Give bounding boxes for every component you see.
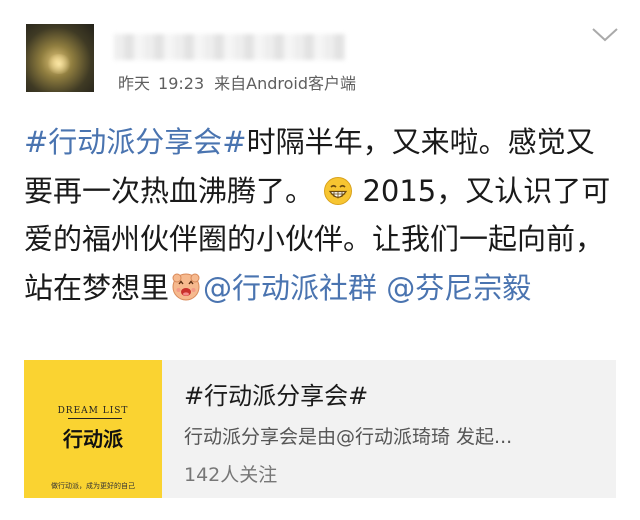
topic-card[interactable]: DREAM LIST 行动派 做行动派，成为更好的自己 #行动派分享会# 行动派… xyxy=(24,360,616,498)
weibo-post: 昨天 19:23 来自Android客户端 #行动派分享会#时隔半年，又来啦。感觉又… xyxy=(0,0,640,520)
post-meta: 昨天 19:23 来自Android客户端 xyxy=(118,70,356,94)
username-blurred[interactable] xyxy=(114,34,346,60)
avatar[interactable] xyxy=(26,24,94,92)
post-source: 来自Android客户端 xyxy=(214,74,356,93)
topic-card-followers: 142人关注 xyxy=(184,464,278,486)
hashtag-link[interactable]: #行动派分享会# xyxy=(24,125,247,159)
mention-link[interactable]: @行动派社群 xyxy=(203,271,377,305)
thumb-divider xyxy=(68,418,122,419)
excited-face-icon xyxy=(169,269,203,303)
grinning-face-icon xyxy=(323,176,353,206)
thumb-slogan: 做行动派，成为更好的自己 xyxy=(51,482,135,490)
thumb-brand-en: DREAM LIST xyxy=(57,406,129,416)
avatar-light xyxy=(46,54,72,74)
chevron-down-icon[interactable] xyxy=(592,28,618,42)
post-time: 19:23 xyxy=(158,74,205,93)
topic-card-description: 行动派分享会是由@行动派琦琦 发起... xyxy=(184,426,513,448)
post-content: #行动派分享会#时隔半年，又来啦。感觉又要再一次热血沸腾了。 2015，又认识了… xyxy=(24,118,616,312)
thumb-brand-cn: 行动派 xyxy=(63,427,123,451)
post-day: 昨天 xyxy=(118,74,151,93)
topic-card-title: #行动派分享会# xyxy=(184,382,369,410)
mention-link[interactable]: @芬尼宗毅 xyxy=(386,271,531,305)
topic-card-thumbnail: DREAM LIST 行动派 做行动派，成为更好的自己 xyxy=(24,360,162,498)
